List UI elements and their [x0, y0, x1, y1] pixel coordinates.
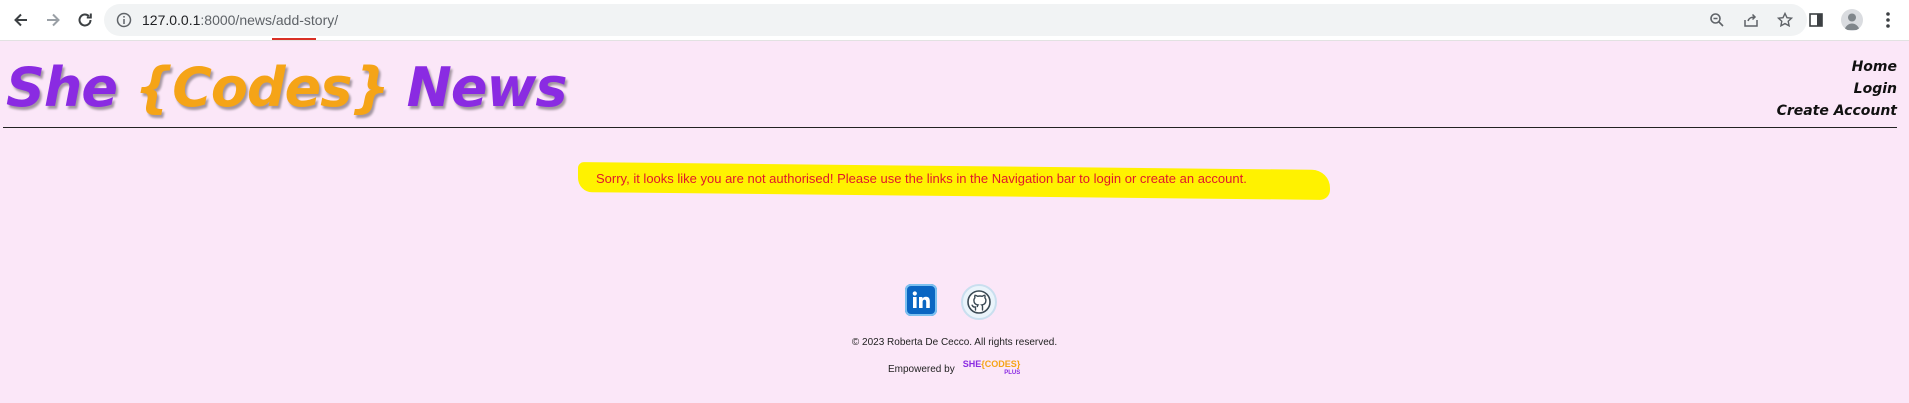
linkedin-icon: [912, 291, 930, 308]
not-authorised-message: Sorry, it looks like you are not authori…: [596, 171, 1247, 186]
social-links: [905, 284, 997, 320]
github-link[interactable]: [961, 284, 997, 320]
url-text[interactable]: 127.0.0.1:8000/news/add-story/: [142, 12, 339, 40]
nav-link-create-account[interactable]: Create Account: [1777, 100, 1897, 122]
reload-button[interactable]: [70, 5, 100, 35]
url-path: :8000/news/add-story/: [200, 12, 339, 28]
more-menu-icon[interactable]: [1877, 9, 1899, 31]
header-divider: [3, 127, 1897, 128]
logo-she: She: [6, 56, 118, 119]
logo-codes: {Codes}: [134, 56, 390, 119]
forward-arrow-icon: [47, 13, 60, 27]
forward-button[interactable]: [38, 5, 68, 35]
back-arrow-icon: [14, 13, 27, 27]
site-logo[interactable]: She {Codes} News: [6, 53, 567, 123]
profile-avatar-icon[interactable]: [1841, 9, 1863, 31]
reload-icon: [78, 13, 92, 27]
share-icon[interactable]: [1741, 10, 1761, 30]
empowered-by-label: Empowered by: [888, 363, 955, 375]
url-underline: [272, 38, 316, 40]
github-icon: [967, 290, 991, 314]
shecodes-plus-logo[interactable]: SHE{CODES} PLUS: [963, 360, 1021, 378]
browser-toolbar: 127.0.0.1:8000/news/add-story/: [0, 0, 1909, 41]
nav-link-home[interactable]: Home: [1777, 56, 1897, 78]
copyright-text: © 2023 Roberta De Cecco. All rights rese…: [851, 337, 1058, 348]
side-panel-icon[interactable]: [1805, 9, 1827, 31]
zoom-icon[interactable]: [1707, 10, 1727, 30]
linkedin-link[interactable]: [905, 284, 937, 316]
url-host: 127.0.0.1: [142, 12, 201, 28]
nav-link-login[interactable]: Login: [1777, 78, 1897, 100]
logo-news: News: [406, 56, 568, 119]
site-info-icon[interactable]: [114, 10, 134, 30]
bookmark-star-icon[interactable]: [1775, 10, 1795, 30]
main-nav: Home Login Create Account: [1777, 56, 1897, 122]
empowered-by: Empowered by SHE{CODES} PLUS: [888, 360, 1020, 378]
address-bar[interactable]: 127.0.0.1:8000/news/add-story/: [104, 4, 1807, 40]
back-button[interactable]: [6, 5, 36, 35]
